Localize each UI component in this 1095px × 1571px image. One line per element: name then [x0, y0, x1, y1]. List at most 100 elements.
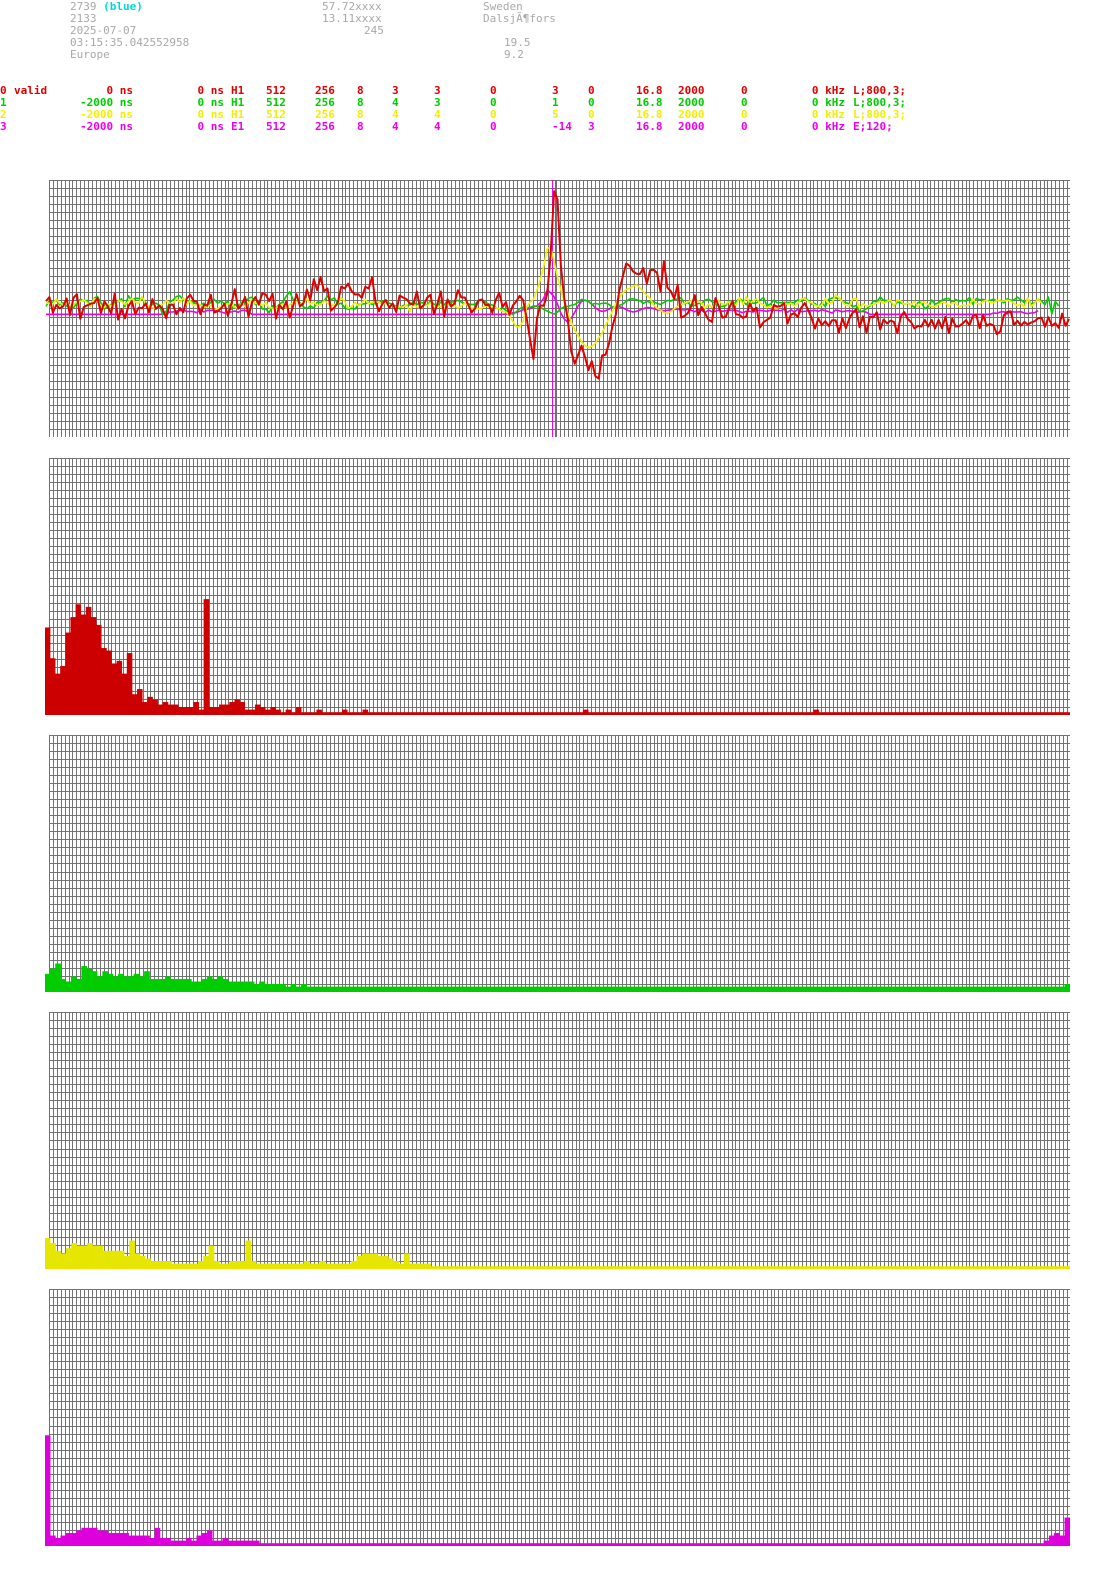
spectrum-bar [111, 663, 117, 715]
spectrum-bar [80, 614, 87, 715]
spectrum-bar [96, 624, 102, 715]
spectrum-bar [217, 976, 224, 992]
channel-3-cell-6: 256 [315, 120, 335, 133]
channel-0-cell-1: valid [14, 84, 48, 97]
spectrum-bar [138, 976, 145, 992]
spectrum-bar [90, 617, 97, 715]
spectrum-bar [65, 1248, 72, 1269]
spectrum-bar [126, 653, 133, 715]
spectrum-bar [1064, 1517, 1070, 1546]
spectrum-bar [97, 976, 103, 992]
spectrum-bar [372, 1253, 379, 1269]
spectrum-bar [108, 1250, 114, 1269]
spectrum-chart-green [45, 735, 1070, 992]
header-city: DalsjÃ¶fors [483, 12, 556, 25]
grid [49, 1289, 1070, 1546]
spectrum-bar [81, 966, 88, 992]
spectrum-bar [128, 976, 135, 992]
spectrum-panel-3 [45, 1289, 1070, 1546]
spectrum-baseline [45, 1267, 1070, 1269]
channel-3-cell-0: 3 [0, 120, 7, 133]
channel-3-cell-5: 512 [266, 120, 286, 133]
channel-3-cell-12: 3 [588, 120, 595, 133]
spectrum-bar [107, 973, 114, 992]
spectrum-bar [102, 971, 108, 992]
spectrum-bar [60, 665, 66, 715]
spectrum-panel-2 [45, 1012, 1070, 1269]
spectrum-bar [60, 1253, 67, 1269]
spectrum-bar [106, 650, 112, 715]
channel-3-cell-17: E;120; [853, 120, 893, 133]
waveform-panel [45, 180, 1070, 437]
spectrum-bar [97, 1245, 104, 1269]
spectrum-bar [86, 968, 93, 992]
channel-3-cell-16: 0 kHz [811, 120, 845, 133]
grid [49, 735, 1070, 992]
spectrum-baseline [45, 1544, 1070, 1546]
spectrum-bar [102, 1530, 108, 1546]
channel-3-cell-13: 16.8 [636, 120, 663, 133]
spectrum-bar [367, 1253, 373, 1269]
spectrum-bar [55, 673, 61, 715]
channel-3-cell-14: 2000 [678, 120, 705, 133]
spectrum-bar [85, 606, 92, 715]
spectrum-bar [50, 968, 56, 992]
spectrum-bar [91, 971, 98, 992]
spectrum-bar [50, 1243, 56, 1269]
spectrum-bar [102, 1250, 109, 1269]
spectrum-bar [75, 604, 82, 715]
spectrum-bar [81, 1245, 88, 1269]
header-altitude: 245 [364, 24, 384, 37]
spectrum-bar [137, 689, 143, 715]
spectrum-bar [245, 1240, 252, 1269]
spectrum-bar [76, 1530, 82, 1546]
spectrum-bar [81, 1527, 88, 1546]
spectrum-bar [208, 1245, 215, 1269]
spectrum-bar [134, 1253, 141, 1269]
spectrum-panel-0 [45, 458, 1070, 715]
spectrum-bar [123, 976, 129, 992]
spectrum-chart-magenta [45, 1289, 1070, 1546]
spectrum-chart-red [45, 458, 1070, 715]
channel-3-cell-3: 0 ns [197, 120, 225, 133]
spectrum-bar [144, 971, 150, 992]
spectrum-bar [97, 1530, 103, 1546]
spectrum-bar [45, 973, 51, 992]
spectrum-bar [234, 699, 240, 715]
spectrum-bar [70, 976, 77, 992]
spectrum-bar [361, 1253, 368, 1269]
spectrum-bar [121, 673, 128, 715]
waveform-chart [45, 180, 1070, 437]
spectrum-bar [112, 976, 119, 992]
spectrum-bar [45, 1435, 51, 1546]
spectrum-bar [87, 1243, 93, 1269]
spectrum-bar [70, 617, 76, 715]
spectrum-bar [45, 1237, 51, 1269]
spectrum-bar [154, 1527, 161, 1546]
channel-3-cell-10: 0 [490, 120, 497, 133]
spectrum-bar [101, 647, 107, 715]
spectrum-chart-yellow [45, 1012, 1070, 1269]
channel-3-cell-2: -2000 ns [80, 120, 133, 133]
spectrum-bar [91, 1527, 98, 1546]
spectrum-bar [55, 1250, 62, 1269]
station-tag: (blue) [103, 0, 143, 13]
channel-3-cell-7: 8 [357, 120, 364, 133]
channel-3-cell-15: 0 [741, 120, 748, 133]
channel-3-cell-9: 4 [434, 120, 441, 133]
spectrum-bar [133, 973, 140, 992]
spectrum-bar [86, 1527, 93, 1546]
spectrum-bar [45, 627, 51, 715]
spectrum-bar [71, 1243, 77, 1269]
spectrum-bar [76, 1245, 83, 1269]
spectrum-bar [206, 976, 213, 992]
spectrum-bar [147, 696, 153, 715]
spectrum-bar [129, 1240, 136, 1269]
spectrum-bar [116, 660, 123, 715]
spectrum-bar [113, 1250, 120, 1269]
channel-3-cell-11: -14 [552, 120, 572, 133]
spectrum-bar [206, 1530, 213, 1546]
grid [49, 458, 1070, 715]
spectrum-bar [92, 1245, 99, 1269]
spectrum-panel-1 [45, 735, 1070, 992]
